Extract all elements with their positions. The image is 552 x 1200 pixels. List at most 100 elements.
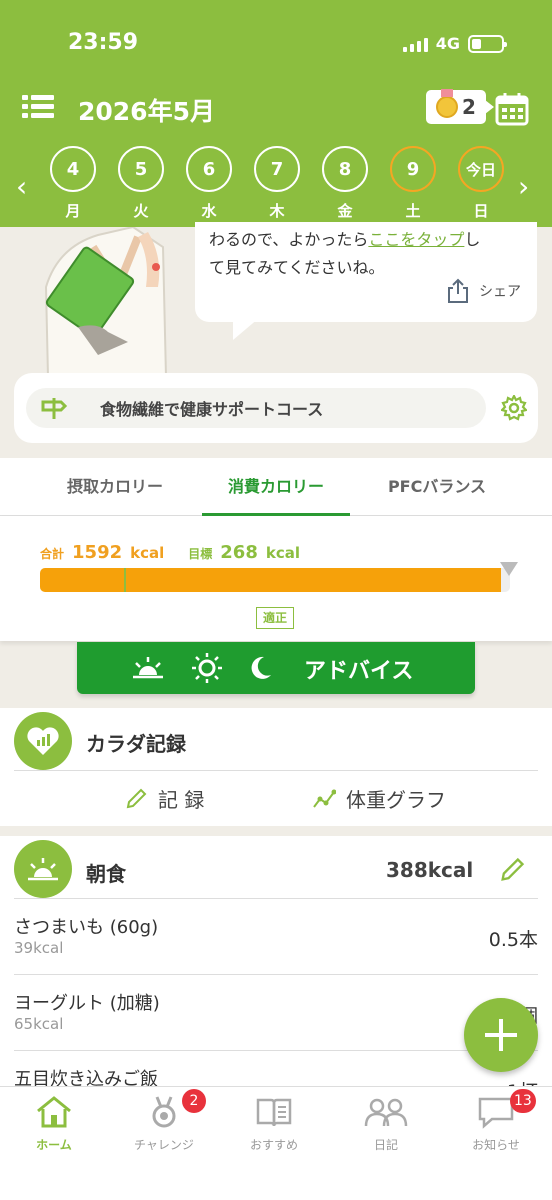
advisor-illustration — [44, 227, 168, 377]
food-item[interactable]: 五目炊き込みご飯 1杯 — [14, 1051, 538, 1086]
day-of-week: 水 — [201, 202, 217, 220]
tab-intake-calorie[interactable]: 摂取カロリー — [40, 458, 190, 516]
food-qty: 0.5本 — [488, 929, 538, 951]
day-of-week: 土 — [405, 202, 421, 220]
status-stamp: 適正 — [256, 607, 294, 629]
month-title: 2026年5月 — [78, 97, 215, 126]
day-1[interactable]: 5火 — [118, 146, 164, 221]
nav-challenge[interactable]: 2 チャレンジ — [118, 1089, 210, 1153]
nav-diary-label: 日記 — [373, 1138, 398, 1152]
day-number: 4 — [50, 146, 96, 192]
calendar-icon[interactable] — [495, 92, 529, 126]
tab-pfc-balance[interactable]: PFCバランス — [362, 458, 512, 516]
food-qty: 1杯 — [507, 1077, 538, 1086]
course-selector[interactable]: 食物繊維で健康サポートコース — [26, 388, 486, 428]
nav-home-label: ホーム — [36, 1138, 72, 1152]
nav-recommend-label: おすすめ — [249, 1138, 298, 1152]
day-6[interactable]: 今日日 — [458, 146, 504, 221]
record-label: 記 録 — [158, 788, 205, 812]
advice-button[interactable]: アドバイス — [77, 642, 475, 694]
calorie-bar-fill — [40, 568, 501, 592]
battery-icon — [468, 34, 507, 53]
breakfast-title: 朝食 — [86, 862, 126, 886]
day-of-week: 木 — [269, 202, 285, 220]
bubble-text-2: し — [464, 230, 481, 249]
bar-end-marker — [500, 562, 518, 576]
weight-graph-button[interactable]: 体重グラフ — [312, 784, 446, 813]
plus-icon — [485, 1019, 517, 1051]
course-label: 食物繊維で健康サポートコース — [100, 400, 324, 419]
medal-icon — [436, 89, 459, 118]
target-value: 268 — [220, 542, 258, 563]
day-of-week: 日 — [473, 202, 489, 220]
pencil-icon — [126, 788, 147, 808]
nav-recommend[interactable]: おすすめ — [228, 1095, 320, 1153]
day-number: 8 — [322, 146, 368, 192]
medal-count: 2 — [462, 95, 476, 119]
medal-icon — [152, 1096, 176, 1128]
target-unit: kcal — [265, 544, 300, 562]
nav-challenge-label: チャレンジ — [134, 1138, 194, 1152]
food-kcal: 39kcal — [14, 939, 64, 957]
day-2[interactable]: 6水 — [186, 146, 232, 221]
day-3[interactable]: 7木 — [254, 146, 300, 221]
bubble-tail — [233, 318, 259, 340]
total-value: 1592 — [72, 542, 123, 563]
sunrise-icon — [133, 657, 163, 679]
total-label: 合計 — [40, 547, 65, 561]
edit-pencil-icon[interactable] — [498, 856, 526, 884]
line-graph-icon — [313, 789, 336, 808]
food-item[interactable]: ヨーグルト (加糖)65kcal1個 — [14, 975, 538, 1051]
course-card: 食物繊維で健康サポートコース — [14, 373, 538, 443]
nav-home[interactable]: ホーム — [8, 1095, 100, 1153]
day-0[interactable]: 4月 — [50, 146, 96, 221]
next-week-icon[interactable]: › — [518, 170, 529, 203]
header: 23:59 4G 2026年5月 2 ‹ › 4 月 5 火 6 水 7 木 8 金 9 土今日日 — [0, 0, 552, 227]
advice-bubble: わるので、よかったらここをタップし て見てみてくださいね。 シェア — [195, 222, 537, 322]
bubble-text-1: わるので、よかったら — [209, 230, 369, 249]
calorie-target-marker — [124, 568, 126, 592]
gear-icon[interactable] — [501, 395, 527, 421]
tab-burned-calorie[interactable]: 消費カロリー — [202, 458, 350, 516]
home-icon — [37, 1096, 71, 1128]
record-button[interactable]: 記 録 — [124, 784, 204, 813]
body-record-card: カラダ記録 記 録 体重グラフ — [0, 708, 552, 826]
food-name: 五目炊き込みご飯 — [14, 1069, 158, 1086]
day-4[interactable]: 8金 — [322, 146, 368, 221]
bottom-nav: ホーム 2 チャレンジ おすすめ 日記 13 お知らせ — [0, 1086, 552, 1200]
breakfast-kcal: 388kcal — [386, 858, 474, 882]
signpost-icon — [41, 398, 68, 419]
total-unit: kcal — [130, 544, 165, 562]
prev-week-icon[interactable]: ‹ — [16, 170, 27, 203]
day-of-week: 火 — [133, 202, 149, 220]
day-number: 6 — [186, 146, 232, 192]
network-label: 4G — [435, 34, 460, 53]
nav-notifications[interactable]: 13 お知らせ — [450, 1089, 542, 1153]
day-of-week: 月 — [65, 202, 81, 220]
calorie-panel: 合計 1592 kcal 目標 268 kcal 適正 — [0, 516, 552, 641]
day-5[interactable]: 9土 — [390, 146, 436, 221]
weight-graph-label: 体重グラフ — [346, 788, 446, 812]
target-label: 目標 — [188, 547, 213, 561]
nav-diary[interactable]: 日記 — [340, 1095, 432, 1153]
people-icon — [364, 1098, 408, 1127]
day-of-week: 金 — [337, 202, 353, 220]
moon-icon — [251, 656, 271, 679]
food-item[interactable]: さつまいも (60g) 39kcal 0.5本 — [14, 899, 538, 975]
status-time: 23:59 — [68, 30, 139, 55]
bubble-link[interactable]: ここをタップ — [368, 230, 464, 249]
status-indicators: 4G — [402, 34, 507, 53]
menu-icon[interactable] — [22, 95, 54, 119]
advice-label: アドバイス — [304, 659, 414, 684]
day-number: 今日 — [458, 146, 504, 192]
medal-badge[interactable]: 2 — [426, 89, 494, 124]
calorie-tabs: 摂取カロリー 消費カロリー PFCバランス — [0, 458, 552, 516]
share-button[interactable]: シェア — [445, 278, 521, 304]
share-icon — [448, 278, 468, 303]
day-number: 9 — [390, 146, 436, 192]
nav-notifications-label: お知らせ — [472, 1138, 520, 1152]
add-button[interactable] — [464, 998, 538, 1072]
heart-chart-icon — [14, 712, 72, 770]
calorie-bar — [40, 568, 510, 592]
signal-icon — [402, 36, 428, 52]
